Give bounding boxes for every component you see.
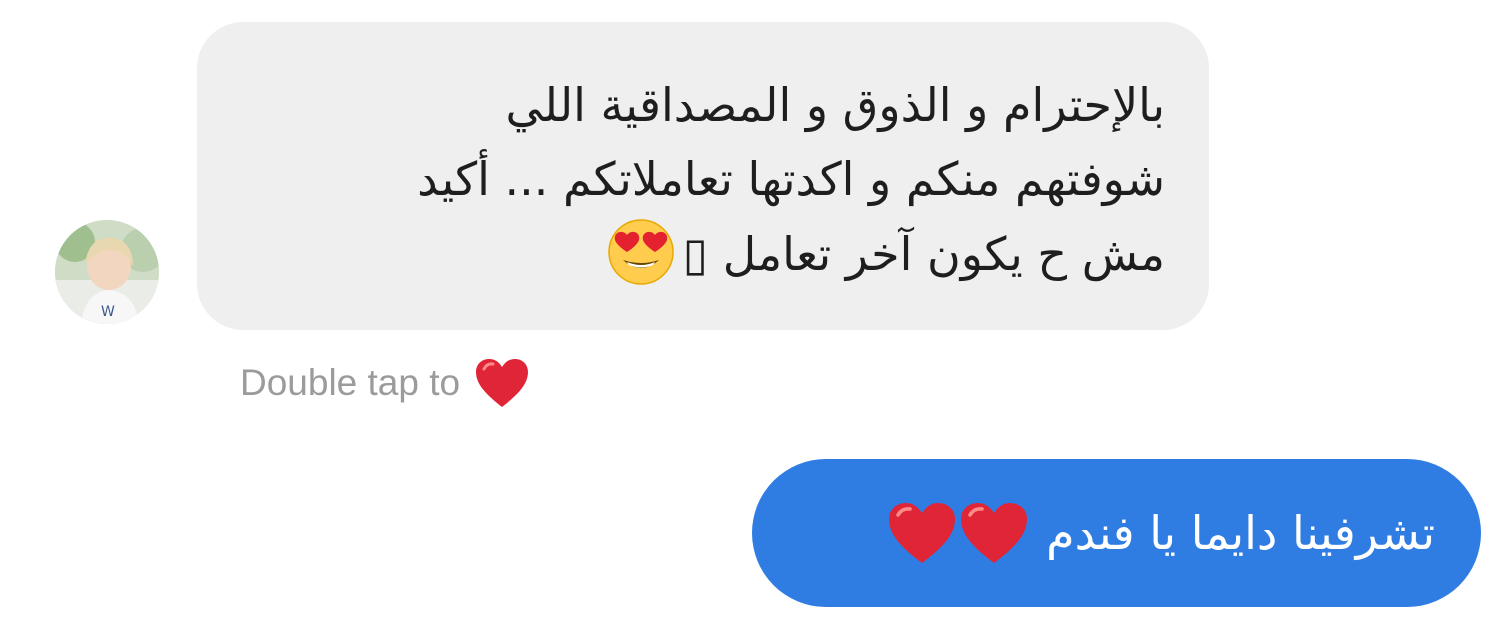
sender-avatar[interactable]: W [55,220,159,324]
outgoing-message-text: تشرفينا دايما يا فندم [886,500,1435,566]
red-heart-icon[interactable] [474,357,530,409]
incoming-message-line: بالإحترام و الذوق و المصداقية اللي [505,78,1166,132]
red-heart-icon [886,500,958,566]
double-tap-hint: Double tap to [240,356,530,410]
hearts-group [886,500,1030,566]
outgoing-message-label: تشرفينا دايما يا فندم [1046,506,1435,560]
incoming-message-line: شوفتهم منكم و اكدتها تعاملاتكم ... أكيد [417,152,1165,206]
incoming-message-bubble[interactable]: بالإحترام و الذوق و المصداقية اللي شوفته… [197,22,1209,330]
red-heart-icon [958,500,1030,566]
outgoing-message-bubble[interactable]: تشرفينا دايما يا فندم [752,459,1481,607]
incoming-message-line: مش ح يكون آخر تعامل ▯ [241,216,1165,291]
profile-photo-icon: W [55,220,159,324]
incoming-message-line-text: مش ح يكون آخر تعامل [722,227,1165,281]
missing-glyph: ▯ [682,227,709,281]
incoming-message-text: بالإحترام و الذوق و المصداقية اللي شوفته… [241,68,1165,291]
heart-eyes-emoji-icon [605,216,677,288]
double-tap-text: Double tap to [240,362,461,403]
svg-text:W: W [101,304,115,320]
